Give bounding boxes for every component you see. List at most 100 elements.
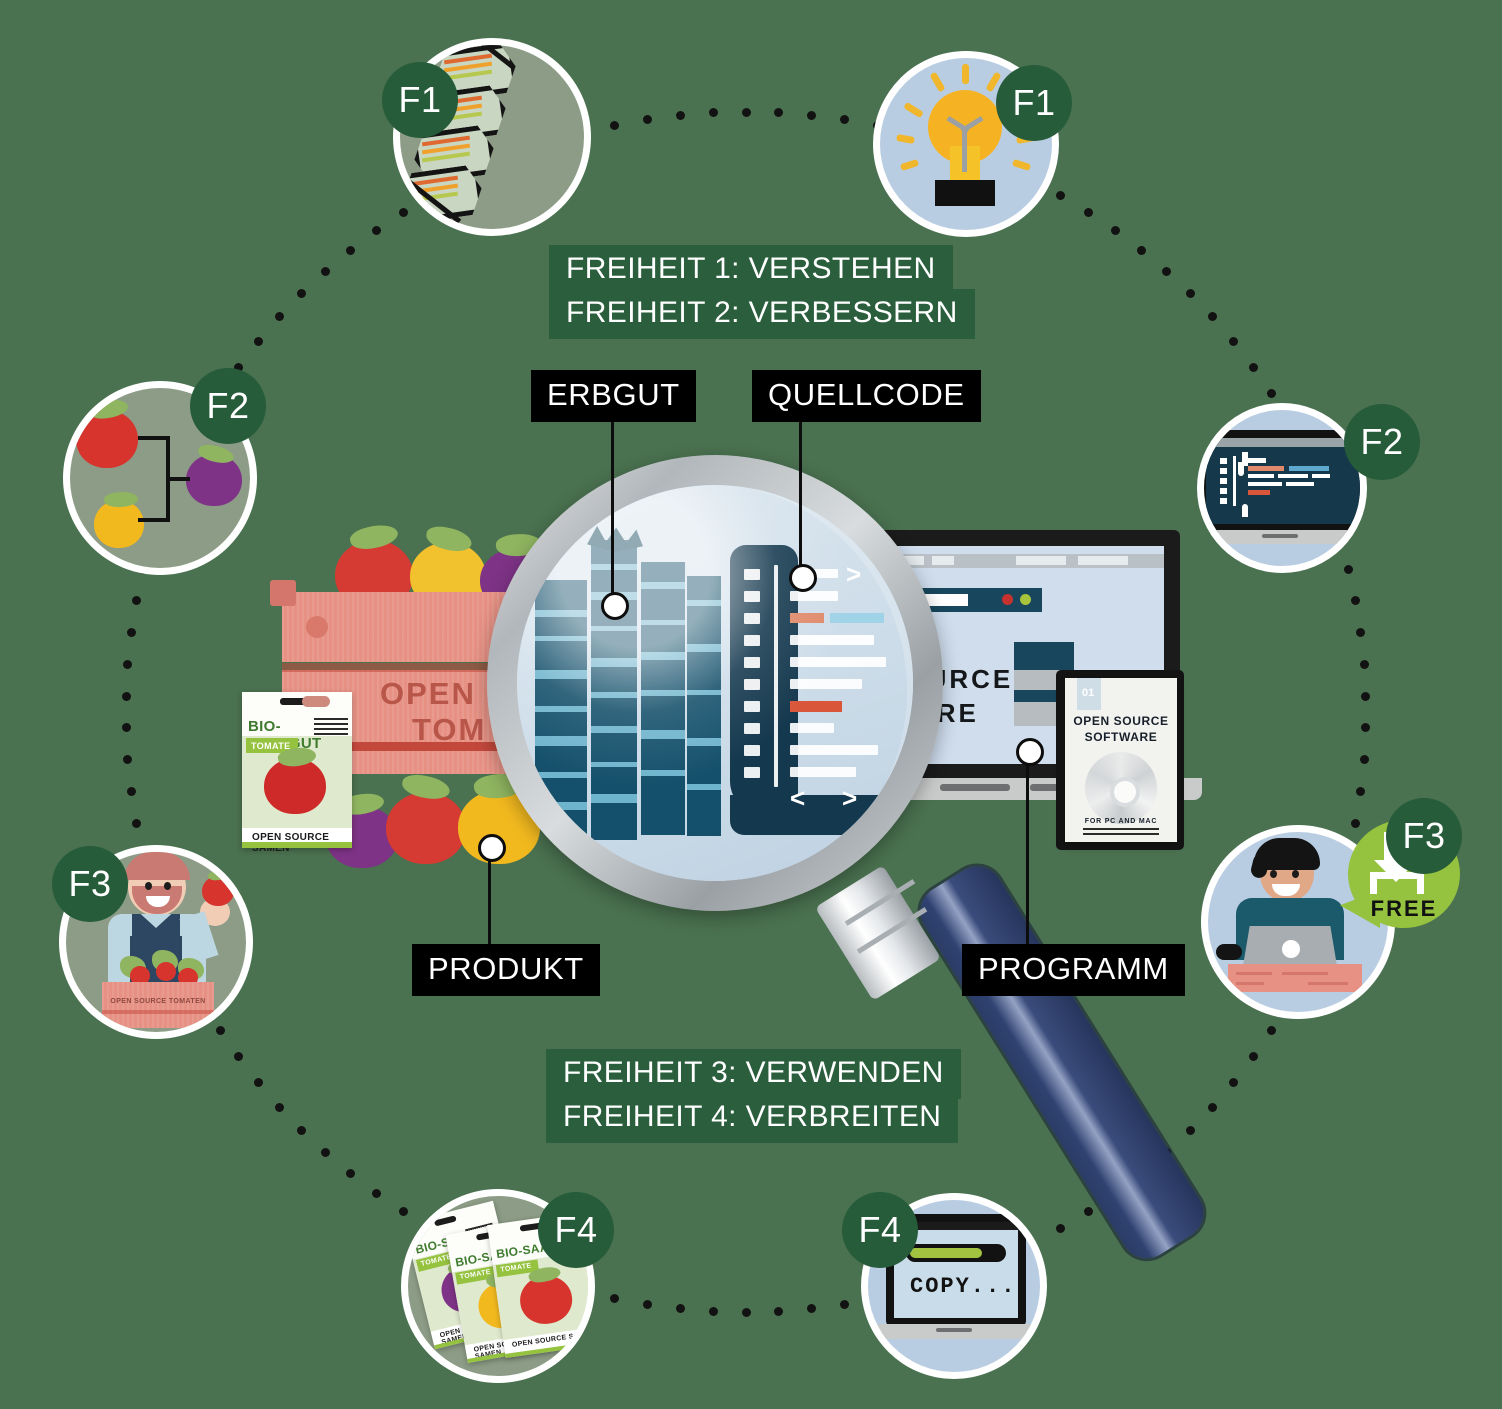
connector-dot <box>675 110 685 120</box>
infographic-canvas: OPEN S TOM BIO-SAATGUT TOMATE OPE <box>0 0 1502 1409</box>
connector-dot <box>1267 1025 1277 1035</box>
connector-dot <box>1359 755 1369 765</box>
connector-dot <box>610 121 620 131</box>
leader-dot-erbgut <box>601 592 629 620</box>
connector-dot <box>774 108 784 118</box>
magnifier-lens: < > < > <box>517 485 913 881</box>
banner-freiheit-4: FREIHEIT 4: VERBREITEN <box>546 1093 959 1143</box>
leader-quellcode <box>799 418 802 570</box>
connector-dot <box>741 107 751 117</box>
connector-dot <box>741 1307 751 1317</box>
leader-dot-programm <box>1016 738 1044 766</box>
connector-dot <box>1267 389 1277 399</box>
code-laptop-icon <box>1204 410 1360 566</box>
badge-f2-code: F2 <box>1344 404 1420 480</box>
connector-dot <box>345 1169 355 1179</box>
connector-dot <box>126 787 136 797</box>
connector-dot <box>642 1299 652 1309</box>
connector-dot <box>123 755 133 765</box>
connector-dot <box>297 288 307 298</box>
leader-dot-produkt <box>478 834 506 862</box>
connector-dot <box>1137 245 1147 255</box>
connector-dot <box>1185 288 1195 298</box>
badge-f4-copy: F4 <box>842 1192 918 1268</box>
swbox-number: 01 <box>1082 687 1095 699</box>
connector-dot <box>1162 266 1172 276</box>
connector-dot <box>274 312 284 322</box>
banner-freiheit-1: FREIHEIT 1: VERSTEHEN <box>549 245 953 295</box>
connector-dot <box>121 723 131 733</box>
connector-dot <box>1084 207 1094 217</box>
connector-dot <box>398 1207 408 1217</box>
connector-dot <box>297 1126 307 1136</box>
connector-dot <box>320 266 330 276</box>
farmer-crate-label: OPEN SOURCE TOMATEN <box>110 998 206 1005</box>
crate-knot <box>306 616 328 638</box>
connector-dot <box>774 1306 784 1316</box>
badge-f1-dna: F1 <box>382 62 458 138</box>
leader-dot-quellcode <box>789 564 817 592</box>
connector-dot <box>1229 1078 1239 1087</box>
connector-dot <box>1056 1224 1066 1234</box>
badge-f1-lightbulb: F1 <box>996 65 1072 141</box>
connector-dot <box>1185 1126 1195 1136</box>
connector-dot <box>1350 818 1360 828</box>
leader-erbgut <box>611 418 614 598</box>
crate-corner <box>270 580 296 606</box>
banner-freiheit-2: FREIHEIT 2: VERBESSERN <box>549 289 975 339</box>
banner-freiheit-3: FREIHEIT 3: VERWENDEN <box>546 1049 961 1099</box>
connector-dot <box>807 110 817 120</box>
swbox-title-2: SOFTWARE <box>1084 730 1158 744</box>
connector-dot <box>371 1189 381 1199</box>
callout-programm: PROGRAMM <box>962 944 1185 996</box>
connector-dot <box>840 115 850 125</box>
connector-dot <box>1343 565 1353 575</box>
connector-dot <box>1361 691 1371 701</box>
connector-dot <box>320 1148 330 1158</box>
connector-dot <box>371 225 381 235</box>
connector-dot <box>807 1304 817 1314</box>
connector-dot <box>132 818 142 828</box>
callout-produkt: PRODUKT <box>412 944 600 996</box>
copy-status-text: COPY... <box>910 1274 1017 1299</box>
swbox-title-1: OPEN SOURCE <box>1073 714 1169 728</box>
connector-dot <box>1361 723 1371 733</box>
connector-dot <box>1208 1102 1218 1112</box>
connector-dot <box>675 1304 685 1314</box>
connector-dot <box>1084 1207 1094 1217</box>
connector-dot <box>1056 190 1066 200</box>
node-code-laptop[interactable] <box>1204 410 1360 566</box>
free-label: FREE <box>1370 896 1438 921</box>
leader-programm <box>1026 752 1029 946</box>
packet-tab <box>302 696 330 707</box>
connector-dot <box>132 596 142 606</box>
connector-dot <box>123 659 133 669</box>
connector-dot <box>642 115 652 125</box>
badge-f4-seeds: F4 <box>538 1192 614 1268</box>
callout-quellcode: QUELLCODE <box>752 370 981 422</box>
connector-dot <box>126 627 136 637</box>
connector-dot <box>1359 659 1369 669</box>
connector-dot <box>253 1078 263 1087</box>
connector-dot <box>1229 336 1239 346</box>
connector-dot <box>1350 596 1360 606</box>
crate-label-line2: TOM <box>412 712 487 747</box>
connector-dot <box>708 108 718 118</box>
badge-f3-farmer: F3 <box>52 846 128 922</box>
copy-progress-bar <box>910 1248 982 1258</box>
tomato-red <box>386 792 466 864</box>
connector-dot <box>121 691 131 701</box>
connector-dot <box>1356 787 1365 797</box>
connector-dot <box>1111 225 1121 235</box>
connector-dot <box>1248 1052 1258 1062</box>
connector-dot <box>1248 362 1258 372</box>
callout-erbgut: ERBGUT <box>531 370 696 422</box>
connector-dot <box>253 336 263 346</box>
connector-dot <box>345 245 355 255</box>
seed-packet: BIO-SAATGUT TOMATE OPEN SOURCE SAMEN <box>242 692 352 854</box>
connector-dot <box>708 1306 718 1316</box>
connector-dot <box>274 1102 284 1112</box>
badge-f2-tomato: F2 <box>190 368 266 444</box>
connector-dot <box>234 1052 244 1062</box>
connector-dot <box>840 1299 850 1309</box>
